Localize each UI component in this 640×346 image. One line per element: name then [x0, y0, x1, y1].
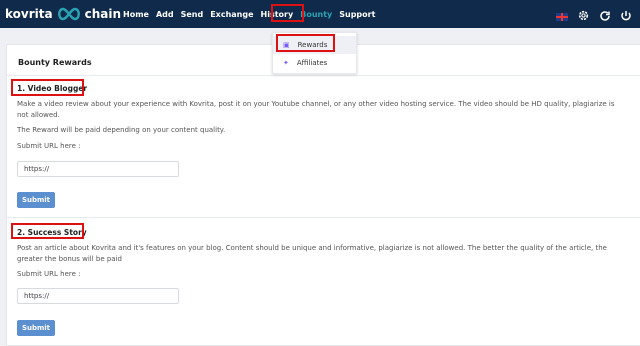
section-description: Post an article about Kovrita and it's f…	[17, 244, 607, 263]
power-icon[interactable]	[620, 7, 632, 26]
success-story-highlight	[11, 223, 84, 239]
refresh-icon[interactable]	[599, 7, 611, 26]
title-divider	[7, 75, 640, 76]
dropdown-item-affiliates[interactable]: ✦ Affiliates	[273, 54, 356, 72]
section-description: Make a video review about your experienc…	[17, 100, 615, 119]
main-nav: Home Add Send Exchange History Bounty Su…	[123, 0, 382, 28]
brand-name-left: kovrita	[5, 7, 53, 21]
top-navbar: kovrita chain Home Add Send Exchange His…	[0, 0, 640, 28]
nav-exchange[interactable]: Exchange	[210, 10, 253, 19]
brand-name-right: chain	[84, 7, 122, 21]
header-icons	[547, 7, 632, 26]
infinity-icon	[56, 7, 82, 21]
nav-send[interactable]: Send	[181, 10, 204, 19]
rewards-highlight	[276, 34, 335, 52]
nav-home[interactable]: Home	[123, 10, 149, 19]
dropdown-item-label: Affiliates	[296, 59, 328, 67]
url-input[interactable]: https://	[17, 161, 179, 177]
submit-button[interactable]: Submit	[17, 320, 55, 336]
section-note: The Reward will be paid depending on you…	[17, 126, 226, 134]
url-input[interactable]: https://	[17, 288, 179, 304]
section-divider	[7, 217, 640, 218]
submit-url-label: Submit URL here :	[17, 142, 81, 150]
nav-bounty[interactable]: Bounty	[300, 10, 332, 19]
nav-support[interactable]: Support	[339, 10, 375, 19]
nav-add[interactable]: Add	[156, 10, 174, 19]
bounty-panel: Bounty Rewards 1. Video Blogger Make a v…	[6, 44, 640, 346]
bounty-highlight	[271, 4, 304, 22]
uk-flag-icon[interactable]	[556, 12, 568, 21]
page-title: Bounty Rewards	[18, 58, 92, 67]
star-icon: ✦	[283, 59, 289, 67]
submit-button[interactable]: Submit	[17, 192, 55, 208]
submit-url-label: Submit URL here :	[17, 270, 81, 278]
gear-icon[interactable]	[577, 7, 590, 26]
video-blogger-highlight	[11, 79, 84, 96]
brand-logo[interactable]: kovrita chain	[5, 5, 121, 23]
